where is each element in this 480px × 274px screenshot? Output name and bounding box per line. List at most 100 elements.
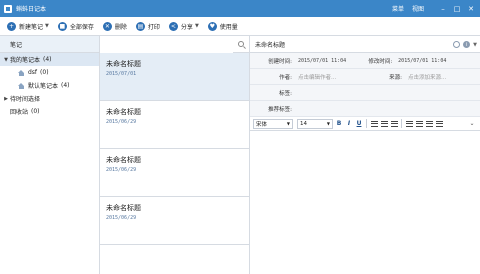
clock-icon[interactable]	[453, 41, 461, 48]
sidebar-header: 笔记	[0, 36, 99, 53]
author-field[interactable]: 点击编辑作者...	[298, 73, 364, 81]
share-icon: <	[168, 21, 178, 31]
save-all-label: 全部保存	[69, 23, 94, 31]
outdent-icon[interactable]	[425, 119, 433, 128]
expand-icon[interactable]: ⌄	[468, 119, 476, 128]
note-metadata: 创建时间: 2015/07/01 11:04 修改时间: 2015/07/01 …	[250, 53, 480, 117]
sidebar-item-my-notebooks[interactable]: ▼ 我的笔记本 (4)	[0, 53, 99, 66]
print-label: 打印	[147, 23, 160, 31]
source-label: 来源:	[389, 74, 402, 81]
minimize-button[interactable]: –	[436, 3, 450, 15]
sidebar-item-todo[interactable]: ▶ 待时间选择	[0, 92, 99, 105]
notebook-label: dsf	[28, 69, 38, 76]
note-title: 未命名标题	[106, 108, 141, 116]
delete-icon: ✕	[102, 21, 112, 31]
print-icon: ▤	[135, 21, 145, 31]
usage-button[interactable]: ♥ 使用量	[205, 19, 241, 33]
notebook-sidebar: 笔记 ▼ 我的笔记本 (4) dsf (0) 默认笔记本 (4) ▶ 待时间选择…	[0, 36, 100, 274]
author-label: 作者:	[279, 74, 292, 81]
sidebar-item-default-notebook[interactable]: 默认笔记本 (4)	[0, 79, 99, 92]
numbered-list-icon[interactable]	[405, 119, 413, 128]
meta-row-author-source: 作者: 点击编辑作者... 来源: 点击添加来源...	[250, 69, 480, 85]
note-title: 未命名标题	[106, 204, 141, 212]
share-label: 分享	[180, 23, 193, 31]
search-bar	[100, 35, 249, 53]
notebook-icon	[18, 82, 25, 89]
window-controls: – □ ✕	[436, 0, 478, 17]
save-icon: ■	[57, 21, 67, 31]
italic-icon[interactable]: I	[345, 119, 353, 128]
title-bar: 蝌蚪日记本 菜单 视图 – □ ✕	[0, 0, 480, 17]
font-select[interactable]: 宋体 ▼	[253, 118, 293, 129]
close-button[interactable]: ✕	[464, 3, 478, 15]
recycle-count: (0)	[31, 108, 40, 115]
search-icon	[238, 41, 244, 47]
new-note-label: 新建笔记	[19, 23, 44, 31]
note-date: 2015/06/29	[106, 119, 137, 125]
chevron-right-icon[interactable]: ▶	[2, 96, 10, 102]
note-date: 2015/06/29	[106, 167, 137, 173]
align-center-icon[interactable]	[380, 119, 388, 128]
list-item[interactable]: 未命名标题 2015/06/29	[100, 101, 249, 149]
search-button[interactable]	[233, 36, 249, 53]
underline-icon[interactable]: U	[355, 119, 363, 128]
new-note-button[interactable]: + 新建笔记 ▼	[4, 19, 52, 33]
created-label: 创建时间:	[268, 58, 292, 65]
sidebar-item-recycle-bin[interactable]: 回收站 (0)	[0, 105, 99, 118]
todo-label: 待时间选择	[10, 96, 41, 103]
font-value: 宋体	[256, 121, 268, 128]
close-icon: ✕	[468, 4, 474, 13]
share-button[interactable]: < 分享 ▼	[166, 19, 202, 33]
notebook-icon	[18, 69, 25, 76]
meta-row-dates: 创建时间: 2015/07/01 11:04 修改时间: 2015/07/01 …	[250, 53, 480, 69]
list-item[interactable]: 未命名标题 2015/06/29	[100, 149, 249, 197]
bold-icon[interactable]: B	[335, 119, 343, 128]
source-field[interactable]: 点击添加来源...	[408, 73, 446, 81]
chevron-down-icon: ▼	[326, 121, 330, 126]
window-title: 蝌蚪日记本	[16, 6, 47, 13]
size-select[interactable]: 14 ▼	[297, 118, 333, 129]
sidebar-item-dsf[interactable]: dsf (0)	[0, 66, 99, 79]
my-notebooks-count: (4)	[43, 56, 52, 63]
delete-button[interactable]: ✕ 删除	[100, 19, 130, 33]
maximize-button[interactable]: □	[450, 3, 464, 15]
search-input[interactable]	[100, 35, 233, 53]
tags-label: 标签:	[279, 90, 292, 97]
notebook-count: (0)	[40, 69, 49, 76]
save-all-button[interactable]: ■ 全部保存	[55, 19, 97, 33]
chevron-down-icon[interactable]: ▼	[195, 23, 199, 29]
my-notebooks-label: 我的笔记本	[10, 57, 41, 64]
plus-icon: +	[7, 21, 16, 31]
meta-row-tags: 标签:	[250, 85, 480, 101]
list-item[interactable]: 未命名标题 2015/06/29	[100, 197, 249, 245]
heart-icon: ♥	[207, 21, 217, 31]
format-toolbar: 宋体 ▼ 14 ▼ B I U ⌄	[250, 117, 480, 131]
minimize-icon: –	[441, 4, 445, 13]
editor-title-row: 未命名标题 i ▼	[250, 36, 480, 53]
created-value: 2015/07/01 11:04	[298, 57, 347, 64]
main-toolbar: + 新建笔记 ▼ ■ 全部保存 ✕ 删除 ▤ 打印 < 分享 ▼ ♥ 使用量	[0, 17, 480, 36]
chevron-down-icon[interactable]: ▼	[45, 23, 49, 29]
info-icon[interactable]: i	[463, 41, 471, 48]
indent-icon[interactable]	[435, 119, 443, 128]
align-left-icon[interactable]	[370, 119, 378, 128]
usage-label: 使用量	[219, 23, 238, 31]
bullet-list-icon[interactable]	[415, 119, 423, 128]
menu-button[interactable]: 菜单	[392, 4, 404, 13]
chevron-down-icon[interactable]: ▼	[2, 57, 10, 63]
align-right-icon[interactable]	[390, 119, 398, 128]
maximize-icon: □	[453, 4, 461, 13]
list-item[interactable]: 未命名标题 2015/07/01	[100, 53, 249, 101]
note-title: 未命名标题	[106, 156, 141, 164]
modified-label: 修改时间:	[368, 58, 393, 65]
app-logo-icon	[4, 4, 12, 13]
print-button[interactable]: ▤ 打印	[133, 19, 163, 33]
chevron-down-icon[interactable]: ▼	[473, 42, 477, 48]
note-content-area[interactable]	[250, 149, 480, 274]
divider	[401, 119, 402, 128]
title-menu: 菜单 视图	[392, 0, 424, 17]
note-list: 未命名标题 2015/07/01 未命名标题 2015/06/29 未命名标题 …	[100, 35, 250, 274]
note-title-input[interactable]: 未命名标题	[255, 40, 285, 49]
divider	[366, 119, 367, 128]
view-button[interactable]: 视图	[412, 4, 424, 13]
